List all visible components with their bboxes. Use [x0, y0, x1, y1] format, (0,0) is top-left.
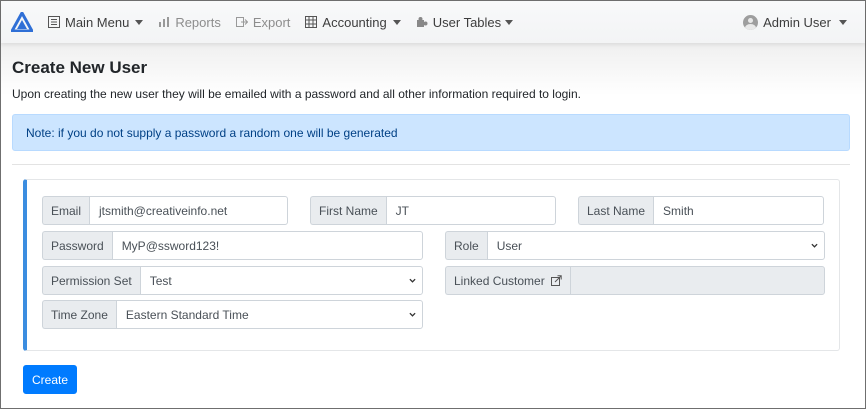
chevron-down-icon [811, 243, 818, 248]
chevron-down-icon [505, 19, 514, 25]
navbar: Main Menu Reports Export Accounting User… [1, 1, 865, 43]
chevron-down-icon [135, 19, 144, 25]
export-icon [235, 15, 249, 29]
first-name-group: First Name JT [310, 196, 556, 225]
first-name-label: First Name [310, 196, 386, 225]
create-button[interactable]: Create [23, 365, 77, 394]
last-name-group: Last Name Smith [578, 196, 824, 225]
chevron-down-icon [409, 278, 416, 283]
permission-set-select[interactable]: Test [139, 266, 423, 295]
linked-customer-label[interactable]: Linked Customer [445, 266, 570, 295]
password-value: MyP@ssword123! [121, 238, 220, 253]
nav-user-label: Admin User [763, 14, 831, 30]
puzzle-icon [415, 15, 429, 29]
chevron-down-icon [392, 19, 401, 25]
first-name-field[interactable]: JT [385, 196, 556, 225]
nav-accounting[interactable]: Accounting [304, 14, 401, 30]
time-zone-value: Eastern Standard Time [125, 307, 249, 322]
linked-customer-label-text: Linked Customer [454, 273, 545, 288]
page-title: Create New User [12, 58, 148, 77]
nav-main-menu-label: Main Menu [65, 14, 130, 30]
email-label: Email [42, 196, 90, 225]
nav-export-label: Export [252, 14, 291, 30]
time-zone-label: Time Zone [42, 300, 116, 329]
permission-set-label: Permission Set [42, 266, 140, 295]
nav-main-menu[interactable]: Main Menu [47, 14, 144, 30]
time-zone-select[interactable]: Eastern Standard Time [115, 300, 423, 329]
password-field[interactable]: MyP@ssword123! [111, 231, 423, 260]
linked-customer-field[interactable] [569, 266, 825, 295]
nav-accounting-label: Accounting [322, 14, 387, 30]
first-name-value: JT [395, 203, 410, 218]
role-label: Role [445, 231, 487, 260]
divider [12, 164, 850, 165]
role-group: Role User [445, 231, 825, 260]
permission-set-group: Permission Set Test [42, 266, 423, 295]
email-group: Email jtsmith@creativeinfo.net [42, 196, 288, 225]
triangle-logo-icon[interactable] [11, 11, 33, 33]
info-alert: Note: if you do not supply a password a … [12, 114, 850, 151]
nav-user-tables[interactable]: User Tables [415, 14, 514, 30]
role-value: User [496, 238, 523, 253]
password-label: Password [42, 231, 112, 260]
last-name-value: Smith [663, 203, 694, 218]
time-zone-group: Time Zone Eastern Standard Time [42, 300, 423, 329]
role-select[interactable]: User [486, 231, 825, 260]
page-header-background [1, 43, 865, 118]
nav-reports[interactable]: Reports [157, 15, 221, 30]
linked-customer-group: Linked Customer [445, 266, 825, 295]
external-link-icon[interactable] [550, 275, 562, 286]
email-value: jtsmith@creativeinfo.net [99, 203, 228, 218]
last-name-field[interactable]: Smith [653, 196, 824, 225]
bar-chart-icon [157, 15, 171, 29]
password-group: Password MyP@ssword123! [42, 231, 423, 260]
nav-export[interactable]: Export [235, 14, 291, 30]
table-icon [304, 15, 318, 29]
user-avatar-icon [743, 14, 759, 30]
chevron-down-icon [839, 19, 847, 25]
last-name-label: Last Name [578, 196, 654, 225]
email-field[interactable]: jtsmith@creativeinfo.net [89, 196, 288, 225]
list-icon [47, 15, 61, 29]
nav-user-menu[interactable]: Admin User [743, 14, 847, 30]
permission-set-value: Test [149, 273, 172, 288]
nav-user-tables-label: User Tables [432, 14, 502, 30]
info-alert-text: Note: if you do not supply a password a … [26, 125, 398, 140]
chevron-down-icon [409, 312, 416, 317]
create-user-form: Email jtsmith@creativeinfo.net First Nam… [23, 179, 840, 351]
nav-reports-label: Reports [175, 14, 221, 30]
page-subtitle: Upon creating the new user they will be … [12, 87, 581, 101]
